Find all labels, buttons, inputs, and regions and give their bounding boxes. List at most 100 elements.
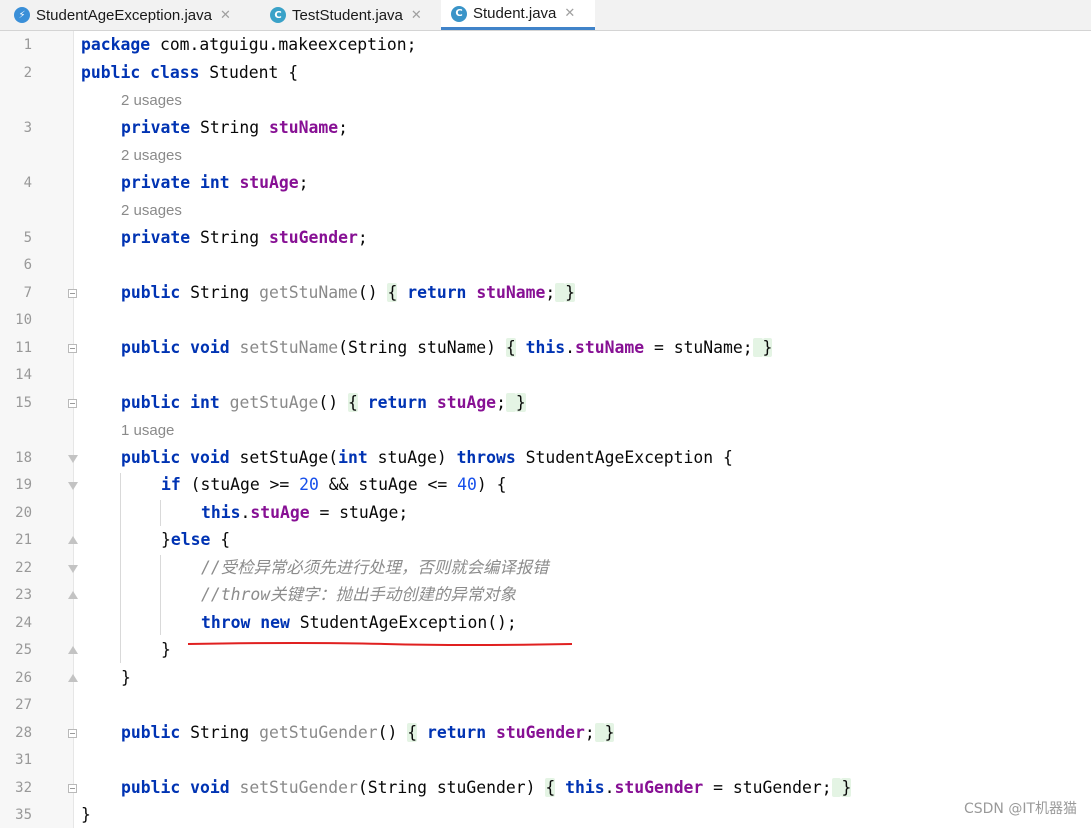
code-line: 26 } — [0, 665, 1091, 693]
red-underline-annotation — [187, 642, 573, 646]
tab-label: TestStudent.java — [292, 6, 403, 24]
code-line: 14 — [0, 362, 1091, 390]
usages-hint[interactable]: 2 usages — [121, 92, 182, 109]
fold-end-icon[interactable] — [68, 673, 78, 682]
line-number: 5 — [23, 229, 32, 246]
inlay-hint-row: 2 usages — [0, 87, 1091, 115]
inlay-hint-row: 2 usages — [0, 142, 1091, 170]
inlay-hint-row: 2 usages — [0, 197, 1091, 225]
code-line: 7 public String getStuName() { return st… — [0, 280, 1091, 308]
line-number: 35 — [15, 807, 32, 823]
code-line: 35 } — [0, 802, 1091, 830]
indent-guide — [120, 473, 121, 663]
runnable-class-icon: C — [270, 7, 286, 23]
line-number: 21 — [15, 532, 32, 548]
code-text: this.stuAge = stuAge; — [201, 502, 409, 522]
fold-collapse-icon[interactable] — [68, 454, 78, 463]
code-line: 4 private int stuAge; — [0, 170, 1091, 198]
code-text: public int getStuAge() { return stuAge; … — [121, 392, 526, 412]
code-text: private int stuAge; — [121, 172, 309, 192]
close-icon[interactable]: ✕ — [564, 6, 575, 21]
usages-hint[interactable]: 2 usages — [121, 147, 182, 164]
code-line: 2 public class Student { — [0, 60, 1091, 88]
code-line: 1 package com.atguigu.makeexception; — [0, 32, 1091, 60]
code-text: }else { — [161, 530, 231, 549]
line-number: 27 — [15, 697, 32, 713]
line-number: 19 — [15, 477, 32, 493]
code-line: 31 — [0, 747, 1091, 775]
code-text: public void setStuName(String stuName) {… — [121, 337, 773, 357]
code-text: private String stuName; — [121, 117, 348, 137]
fold-expand-icon[interactable] — [68, 398, 77, 408]
fold-end-icon[interactable] — [68, 536, 78, 544]
code-comment: //throw关键字：抛出手动创建的异常对象 — [201, 585, 516, 604]
line-number: 20 — [15, 504, 32, 521]
code-text: throw new StudentAgeException(); — [201, 612, 517, 632]
code-text: public void setStuAge(int stuAge) throws… — [121, 447, 733, 467]
code-line: 10 — [0, 307, 1091, 335]
line-number: 26 — [15, 669, 32, 686]
indent-guide — [160, 555, 161, 635]
fold-end-icon[interactable] — [68, 591, 78, 599]
code-text: public void setStuGender(String stuGende… — [121, 777, 852, 797]
usages-hint[interactable]: 1 usage — [121, 422, 174, 439]
editor-tab-bar: ⚡ StudentAgeException.java ✕ C TestStude… — [0, 0, 1091, 31]
line-number: 11 — [15, 339, 32, 356]
exception-class-icon: ⚡ — [14, 7, 30, 23]
line-number: 7 — [23, 284, 32, 301]
fold-expand-icon[interactable] — [68, 728, 77, 738]
code-line: 18 public void setStuAge(int stuAge) thr… — [0, 445, 1091, 473]
code-text: } — [161, 640, 171, 659]
code-line: 32 public void setStuGender(String stuGe… — [0, 775, 1091, 803]
fold-collapse-icon[interactable] — [68, 482, 78, 490]
code-text: if (stuAge >= 20 && stuAge <= 40) { — [161, 475, 507, 494]
code-line: 19 if (stuAge >= 20 && stuAge <= 40) { — [0, 472, 1091, 500]
code-text: } — [81, 805, 91, 824]
tab-student[interactable]: C Student.java ✕ — [441, 0, 595, 30]
code-line: 6 — [0, 252, 1091, 280]
usages-hint[interactable]: 2 usages — [121, 202, 182, 219]
class-icon: C — [451, 5, 467, 22]
close-icon[interactable]: ✕ — [220, 8, 231, 23]
line-number: 15 — [15, 394, 32, 411]
fold-collapse-icon[interactable] — [68, 564, 78, 573]
line-number: 14 — [15, 367, 32, 383]
watermark: CSDN @IT机器猫 — [963, 801, 1077, 817]
line-number: 24 — [15, 614, 32, 631]
line-number: 28 — [15, 724, 32, 741]
indent-guide — [160, 500, 161, 526]
line-number: 10 — [15, 312, 32, 328]
close-icon[interactable]: ✕ — [411, 8, 422, 23]
line-number: 3 — [23, 119, 32, 136]
tab-studentageexception[interactable]: ⚡ StudentAgeException.java ✕ — [4, 0, 262, 30]
tab-teststudent[interactable]: C TestStudent.java ✕ — [262, 0, 440, 30]
code-line: 24 throw new StudentAgeException(); — [0, 610, 1091, 638]
code-text: } — [121, 667, 131, 687]
code-line: 5 private String stuGender; — [0, 225, 1091, 253]
code-line: 15 public int getStuAge() { return stuAg… — [0, 390, 1091, 418]
code-line: 20 this.stuAge = stuAge; — [0, 500, 1091, 528]
code-text: public String getStuName() { return stuN… — [121, 282, 576, 302]
code-line: 22 //受检异常必须先进行处理，否则就会编译报错 — [0, 555, 1091, 583]
code-line: 21 }else { — [0, 527, 1091, 555]
code-line: 28 public String getStuGender() { return… — [0, 720, 1091, 748]
line-number: 6 — [23, 257, 32, 273]
tab-label: StudentAgeException.java — [36, 6, 212, 24]
code-comment: //受检异常必须先进行处理，否则就会编译报错 — [201, 557, 549, 577]
line-number: 23 — [15, 587, 32, 603]
code-line: 3 private String stuName; — [0, 115, 1091, 143]
line-number: 31 — [15, 752, 32, 768]
line-number: 2 — [23, 64, 32, 81]
code-text: public class Student { — [81, 62, 299, 82]
tab-label: Student.java — [473, 5, 557, 22]
line-number: 22 — [15, 559, 32, 576]
code-line: 11 public void setStuName(String stuName… — [0, 335, 1091, 363]
code-line: 27 — [0, 692, 1091, 720]
fold-expand-icon[interactable] — [68, 343, 77, 353]
inlay-hint-row: 1 usage — [0, 417, 1091, 445]
fold-end-icon[interactable] — [68, 646, 78, 654]
code-line: 23 //throw关键字：抛出手动创建的异常对象 — [0, 582, 1091, 610]
line-number: 18 — [15, 449, 32, 466]
fold-expand-icon[interactable] — [68, 783, 77, 793]
fold-expand-icon[interactable] — [68, 288, 77, 298]
